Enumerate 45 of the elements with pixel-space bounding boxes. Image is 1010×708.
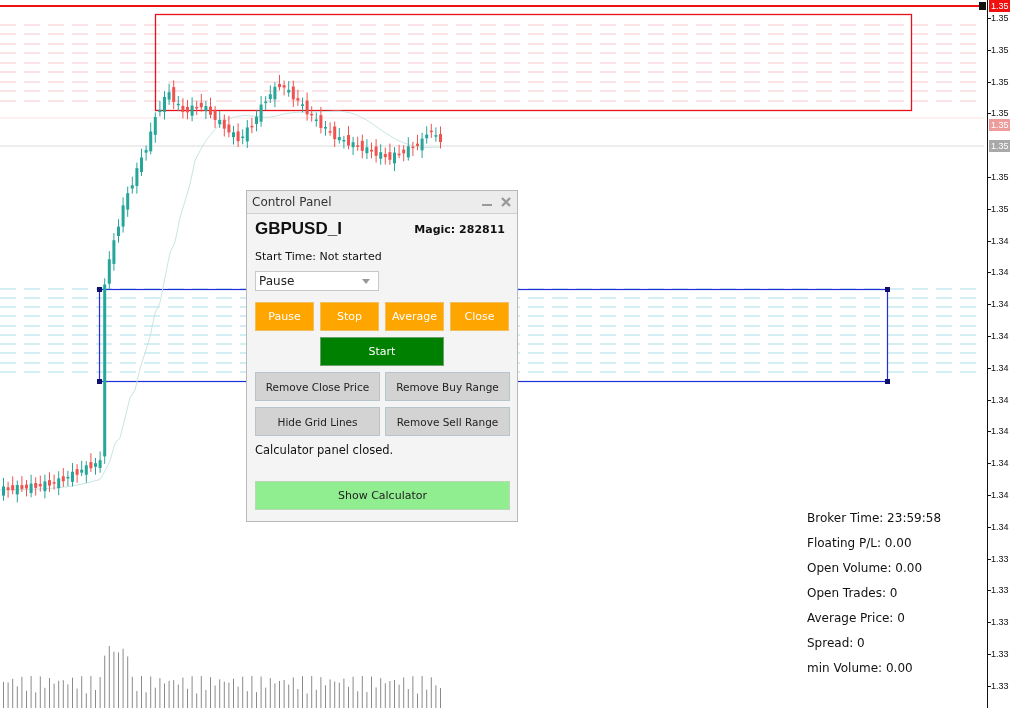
price-label: 1.34 — [991, 520, 1009, 533]
info-text: min Volume: 0.00 — [807, 660, 914, 677]
price-label: 1.35 — [991, 107, 1009, 120]
price-tag: 1.35 — [989, 0, 1010, 12]
tool-button[interactable]: Remove Sell Range — [385, 407, 510, 436]
price-label: 1.35 — [991, 202, 1009, 215]
magic-number: Magic: 282811 — [414, 222, 505, 236]
price-label: 1.33 — [991, 552, 1009, 565]
price-label: 1.34 — [991, 361, 1009, 374]
show-calculator-button[interactable]: Show Calculator — [255, 481, 510, 510]
info-text: Floating P/L: 0.00 — [807, 535, 913, 552]
symbol-name: GBPUSD_I — [255, 219, 342, 239]
price-label: 1.33 — [991, 679, 1009, 692]
info-text: Open Volume: 0.00 — [807, 560, 924, 577]
price-label: 1.35 — [991, 171, 1009, 183]
close-icon[interactable] — [501, 197, 511, 207]
info-text: Average Price: 0 — [807, 610, 906, 627]
start-button[interactable]: Start — [320, 337, 444, 366]
price-label: 1.34 — [991, 425, 1009, 438]
info-text: Spread: 0 — [807, 635, 866, 652]
price-label: 1.34 — [991, 457, 1009, 470]
tool-button[interactable]: Remove Close Price — [255, 372, 380, 401]
price-tag: 1.35 — [989, 119, 1010, 131]
price-label: 1.33 — [991, 648, 1009, 660]
price-label: 1.35 — [991, 43, 1009, 56]
info-text: Open Trades: 0 — [807, 585, 899, 602]
start-time-text: Start Time: Not started — [255, 250, 383, 263]
mode-dropdown[interactable]: Pause — [255, 271, 379, 291]
panel-title: Control Panel — [252, 195, 333, 209]
info-text: Broker Time: 23:59:58 — [807, 510, 941, 527]
price-label: 1.34 — [991, 489, 1009, 501]
price-label: 1.33 — [991, 584, 1009, 597]
tool-button[interactable]: Hide Grid Lines — [255, 407, 380, 436]
price-label: 1.34 — [991, 266, 1009, 279]
price-tag: 1.35 — [989, 140, 1010, 152]
price-label: 1.34 — [991, 234, 1009, 247]
caret-icon — [362, 278, 370, 284]
tool-button[interactable]: Remove Buy Range — [385, 372, 510, 401]
price-label: 1.35 — [991, 75, 1009, 88]
price-label: 1.34 — [991, 298, 1009, 311]
price-label: 1.35 — [991, 12, 1009, 24]
price-label: 1.34 — [991, 393, 1009, 406]
price-label: 1.33 — [991, 616, 1009, 629]
status-message: Calculator panel closed. — [255, 443, 395, 457]
price-label: 1.34 — [991, 330, 1009, 342]
